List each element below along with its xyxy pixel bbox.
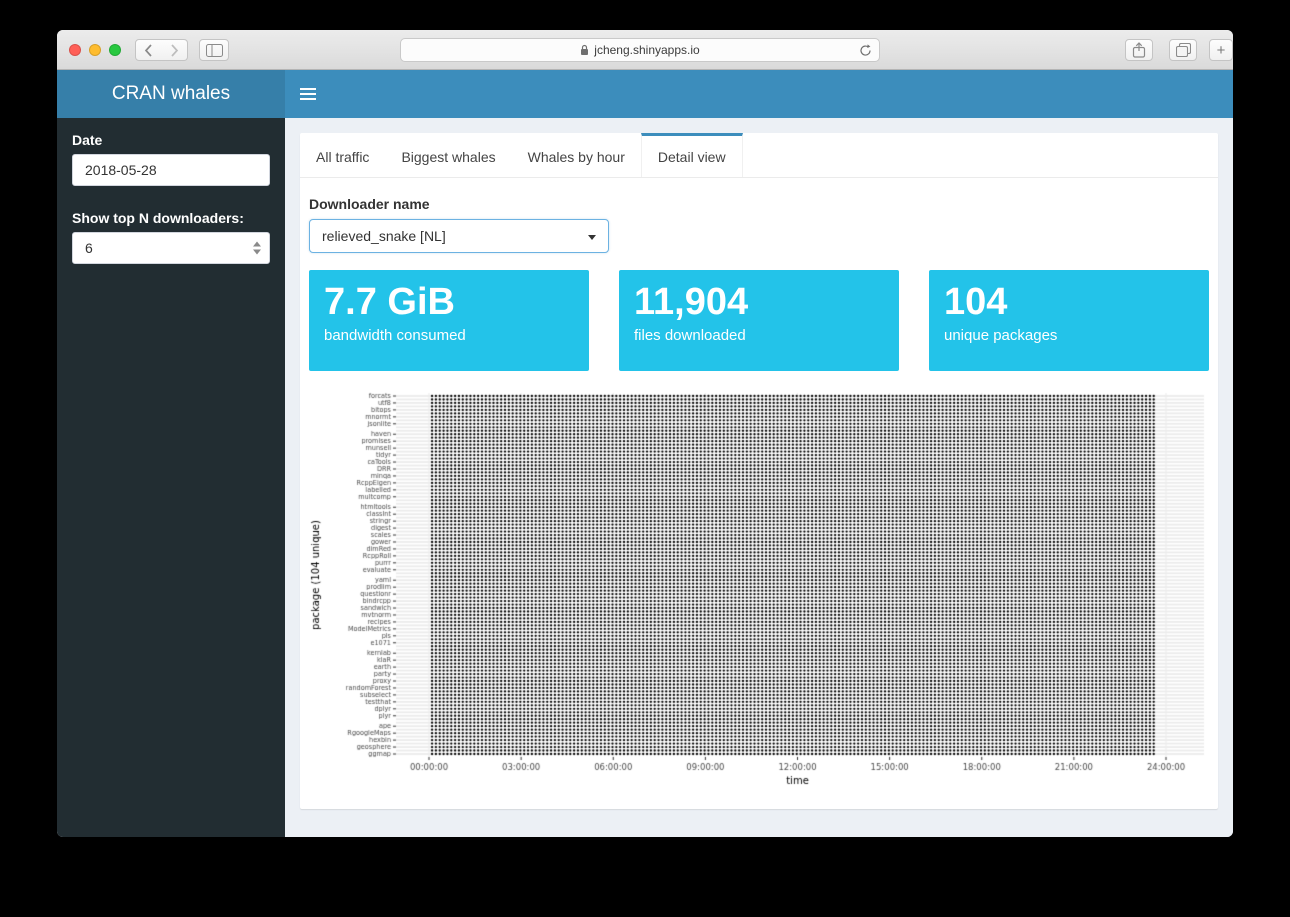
shiny-app: CRAN whales Date Show top N downloaders: [57,70,1233,837]
forward-icon [170,44,179,57]
sidebar-toggle-icon [206,44,223,57]
value-box-subtitle: files downloaded [634,327,884,344]
downloader-name-label: Downloader name [309,196,1209,212]
chevron-down-icon [588,235,596,240]
value-box-bandwidth: 7.7 GiB bandwidth consumed [309,270,589,371]
zoom-icon[interactable] [109,44,121,56]
detail-plot-canvas [309,391,1209,789]
date-label: Date [72,132,270,148]
date-input[interactable] [72,154,270,186]
step-up-icon[interactable] [253,242,261,247]
sidebar-toggle-button[interactable] [199,39,229,61]
app-logo: CRAN whales [57,70,285,118]
tab-panel: All traffic Biggest whales Whales by hou… [300,133,1218,809]
share-icon [1132,42,1146,58]
forward-button[interactable] [161,39,188,61]
tab-biggest-whales[interactable]: Biggest whales [385,133,511,177]
browser-titlebar: jcheng.shinyapps.io [57,30,1233,70]
selected-option: relieved_snake [NL] [322,228,446,244]
traffic-lights [69,44,121,56]
value-box-files: 11,904 files downloaded [619,270,899,371]
tab-item: Detail view [641,133,743,177]
app-header: CRAN whales [57,70,1233,118]
app-navbar [285,70,1233,118]
number-stepper[interactable] [253,242,261,255]
hamburger-icon [300,88,316,90]
close-icon[interactable] [69,44,81,56]
value-box-row: 7.7 GiB bandwidth consumed 11,904 files … [309,270,1209,371]
tab-all-traffic[interactable]: All traffic [300,133,385,177]
detail-plot [309,391,1209,789]
desktop-background: jcheng.shinyapps.io [0,0,1290,917]
sidebar-collapse-button[interactable] [285,70,331,118]
tab-item: All traffic [300,133,385,177]
address-bar[interactable]: jcheng.shinyapps.io [400,38,880,62]
value-box-value: 104 [944,282,1194,324]
reload-button[interactable] [859,44,872,60]
detail-view-pane: Downloader name relieved_snake [NL] 7.7 … [300,178,1218,809]
minimize-icon[interactable] [89,44,101,56]
back-button[interactable] [135,39,162,61]
value-box-value: 11,904 [634,282,884,324]
lock-icon [580,44,589,56]
top-n-label: Show top N downloaders: [72,210,270,226]
tabs-overview-icon [1176,43,1191,57]
back-icon [144,44,153,57]
tab-bar: All traffic Biggest whales Whales by hou… [300,133,1218,178]
value-box-value: 7.7 GiB [324,282,574,324]
sidebar: Date Show top N downloaders: [57,118,285,837]
value-box-packages: 104 unique packages [929,270,1209,371]
step-down-icon[interactable] [253,250,261,255]
tab-detail-view[interactable]: Detail view [641,133,743,177]
browser-window: jcheng.shinyapps.io [57,30,1233,837]
tab-whales-by-hour[interactable]: Whales by hour [512,133,641,177]
value-box-subtitle: unique packages [944,327,1194,344]
top-n-input[interactable] [72,232,270,264]
reload-icon [859,44,872,57]
tabs-overview-button[interactable] [1169,39,1197,61]
downloader-select[interactable]: relieved_snake [NL] [309,219,609,253]
tab-item: Biggest whales [385,133,511,177]
value-box-subtitle: bandwidth consumed [324,327,574,344]
tab-item: Whales by hour [512,133,641,177]
url-text: jcheng.shinyapps.io [594,43,699,57]
main-content: All traffic Biggest whales Whales by hou… [285,118,1233,837]
new-tab-button[interactable]: + [1209,39,1233,61]
share-button[interactable] [1125,39,1153,61]
